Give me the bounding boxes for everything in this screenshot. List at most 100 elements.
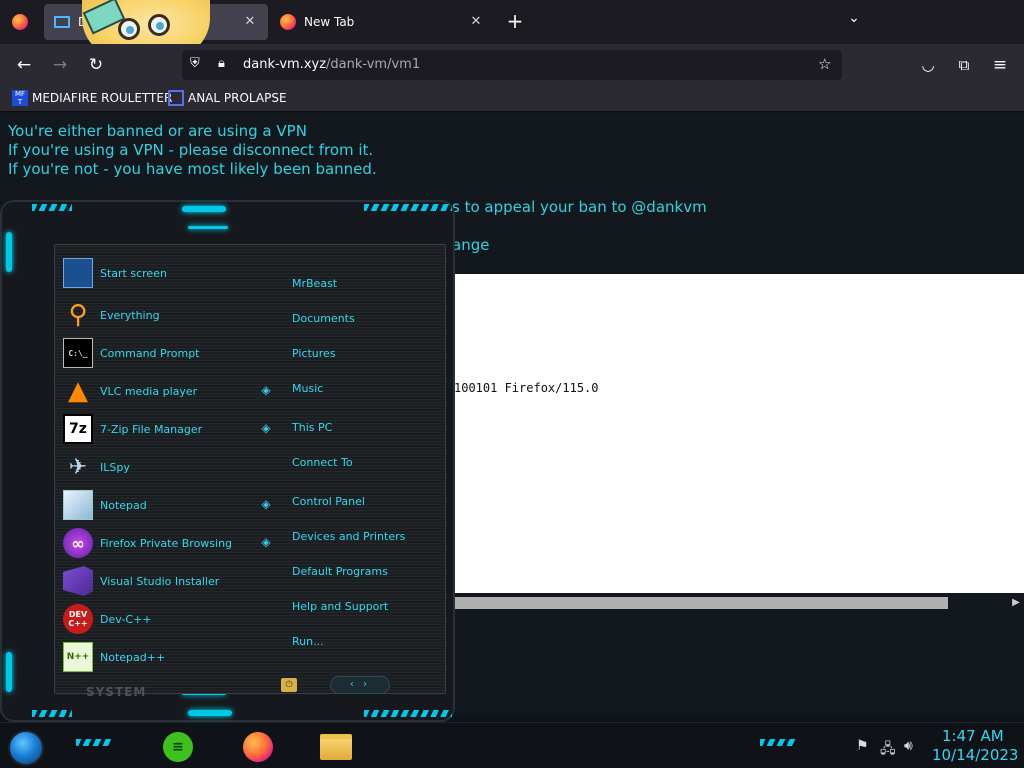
start-item-vlc[interactable]: ▲ VLC media player	[63, 374, 263, 408]
pin-marker-icon: ◈	[261, 497, 271, 511]
start-place-connect-to[interactable]: Connect To	[292, 456, 353, 469]
notepad-icon	[63, 490, 93, 520]
start-item-command-prompt[interactable]: C:\_ Command Prompt	[63, 336, 263, 370]
taskbar-file-explorer[interactable]	[318, 730, 354, 764]
pin-marker-icon: ◈	[261, 383, 271, 397]
new-tab-button[interactable]: +	[504, 10, 526, 32]
list-all-tabs-icon[interactable]: ⌄	[844, 10, 864, 30]
start-place-control-panel[interactable]: Control Panel	[292, 495, 365, 508]
start-orb-icon[interactable]	[8, 730, 44, 766]
start-item-firefox-private[interactable]: ∞ Firefox Private Browsing	[63, 526, 263, 560]
bookmark-label: MEDIAFIRE ROULETTER	[32, 91, 173, 105]
decor-stripe	[364, 710, 452, 717]
notepadpp-icon: N++	[63, 642, 93, 672]
system-label: SYSTEM	[86, 685, 147, 699]
start-item-everything[interactable]: ⚲ Everything	[63, 298, 263, 332]
appeal-line-suffix: s to appeal your ban to @dankvm	[452, 198, 707, 216]
user-agent-panel: 100101 Firefox/115.0	[454, 274, 1024, 593]
ban-message-line-3: If you're not - you have most likely bee…	[8, 160, 377, 178]
taskbar-firefox[interactable]	[240, 730, 276, 764]
bookmarks-toolbar: MF T MEDIAFIRE ROULETTER ANAL PROLAPSE	[0, 86, 1024, 112]
extensions-icon[interactable]: ⧉	[951, 52, 977, 78]
start-item-ilspy[interactable]: ✈ ILSpy	[63, 450, 263, 484]
file-explorer-icon	[320, 734, 352, 760]
start-place-devices-printers[interactable]: Devices and Printers	[292, 530, 405, 543]
second-line-suffix: ange	[452, 236, 490, 254]
firefox-menu-icon[interactable]	[12, 14, 28, 30]
clock-date[interactable]: 10/14/2023	[932, 746, 1018, 764]
start-item-7zip[interactable]: 7z 7-Zip File Manager	[63, 412, 263, 446]
start-item-vs-installer[interactable]: Visual Studio Installer	[63, 564, 263, 598]
action-center-flag-icon[interactable]: ⚑	[856, 738, 869, 754]
start-place-mrbeast[interactable]: MrBeast	[292, 277, 337, 290]
desktop: D ✕ New Tab ✕ + ⌄ ← → ↻ ◡ ⧉ ≡ ⛨ 🔒︎ dank-…	[0, 0, 1024, 768]
start-item-notepad[interactable]: Notepad	[63, 488, 263, 522]
close-tab-icon[interactable]: ✕	[242, 14, 258, 30]
start-place-run[interactable]: Run...	[292, 635, 324, 648]
tracking-protection-shield-icon[interactable]: ⛨	[190, 56, 200, 71]
start-item-notepadpp[interactable]: N++ Notepad++	[63, 640, 263, 674]
scroll-right-arrow-icon[interactable]: ▶	[1008, 597, 1024, 609]
close-tab-icon[interactable]: ✕	[468, 14, 484, 30]
tab-new-tab[interactable]: New Tab ✕	[270, 4, 494, 40]
sticker-eye	[118, 18, 140, 40]
taskbar	[0, 722, 1024, 768]
decor-accent	[6, 652, 12, 692]
forward-arrow-icon[interactable]: →	[47, 52, 73, 78]
start-menu-panel: Start screen ⚲ Everything C:\_ Command P…	[54, 244, 446, 694]
start-place-documents[interactable]: Documents	[292, 312, 355, 325]
everything-search-icon: ⚲	[68, 300, 88, 330]
start-place-default-programs[interactable]: Default Programs	[292, 565, 388, 578]
volume-icon[interactable]: 🔊︎	[904, 738, 913, 754]
monitor-tab-icon	[54, 16, 70, 28]
url-path: /dank-vm/vm1	[326, 57, 421, 72]
sticky-notes-icon: ≡	[163, 732, 193, 762]
firefox-tab-icon	[280, 14, 296, 30]
hamburger-menu-icon[interactable]: ≡	[987, 52, 1013, 78]
back-arrow-icon[interactable]: ←	[11, 52, 37, 78]
bookmark-mediafire[interactable]: MF T MEDIAFIRE ROULETTER	[12, 90, 172, 106]
decor-accent	[182, 206, 226, 212]
start-place-this-pc[interactable]: This PC	[292, 421, 332, 434]
decor-stripe	[364, 204, 452, 211]
shutdown-options-arrows-icon[interactable]: ‹ ›	[330, 676, 390, 694]
bookmark-flag-icon	[168, 90, 184, 106]
pin-marker-icon: ◈	[261, 421, 271, 435]
vlc-cone-icon: ▲	[68, 376, 88, 406]
sticker-eye	[148, 14, 170, 36]
decor-accent	[6, 232, 12, 272]
lock-icon[interactable]: 🔒︎	[218, 56, 225, 71]
vs-installer-icon	[63, 566, 93, 596]
start-place-pictures[interactable]: Pictures	[292, 347, 336, 360]
url-host: dank-vm.xyz	[243, 57, 327, 72]
firefox-private-icon: ∞	[63, 528, 93, 558]
clock-time[interactable]: 1:47 AM	[942, 727, 1004, 745]
bookmark-label: ANAL PROLAPSE	[188, 91, 287, 105]
user-agent-text: 100101 Firefox/115.0	[454, 381, 599, 395]
scrollbar-thumb[interactable]	[454, 597, 948, 609]
ban-message-line-2: If you're using a VPN - please disconnec…	[8, 141, 374, 159]
reload-icon[interactable]: ↻	[83, 52, 109, 78]
ilspy-icon: ✈	[68, 454, 88, 480]
taskbar-sticky-notes[interactable]: ≡	[160, 730, 196, 764]
decor-stripe	[32, 710, 72, 717]
decor-stripe	[76, 739, 112, 746]
start-menu: Start screen ⚲ Everything C:\_ Command P…	[0, 200, 455, 722]
start-item-start-screen[interactable]: Start screen	[63, 256, 263, 290]
start-place-help-support[interactable]: Help and Support	[292, 600, 388, 613]
pocket-icon[interactable]: ◡	[915, 52, 941, 78]
bookmark-second[interactable]: ANAL PROLAPSE	[168, 90, 287, 106]
mediafire-icon: MF T	[12, 90, 28, 106]
network-icon[interactable]: 🖧︎	[880, 738, 896, 762]
decor-accent	[188, 710, 232, 716]
start-screen-icon	[63, 258, 93, 288]
devcpp-icon: DEV C++	[63, 604, 93, 634]
decor-accent	[188, 226, 228, 229]
url-text: dank-vm.xyz/dank-vm/vm1	[243, 57, 420, 72]
shutdown-icon[interactable]: ⏻	[281, 678, 297, 692]
7zip-icon: 7z	[63, 414, 93, 444]
url-bar[interactable]: ⛨ 🔒︎ dank-vm.xyz/dank-vm/vm1 ☆	[182, 50, 842, 80]
start-item-devcpp[interactable]: DEV C++ Dev-C++	[63, 602, 263, 636]
bookmark-star-icon[interactable]: ☆	[818, 55, 831, 73]
start-place-music[interactable]: Music	[292, 382, 323, 395]
